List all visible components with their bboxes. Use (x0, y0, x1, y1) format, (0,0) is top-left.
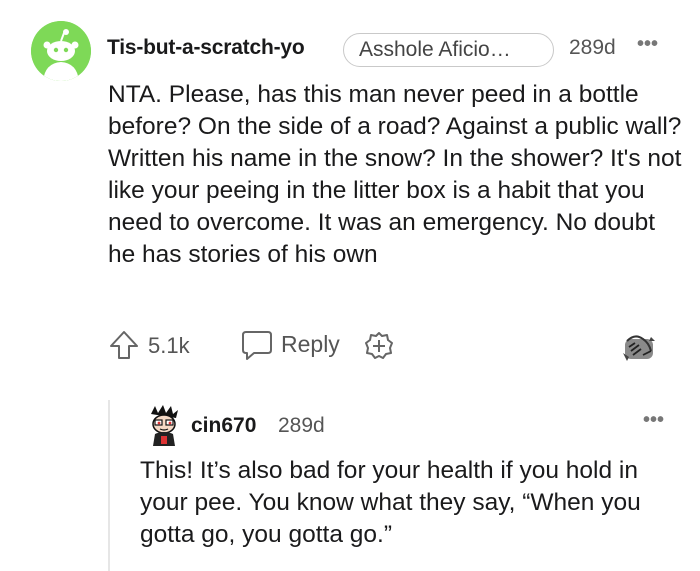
thread-line[interactable] (108, 400, 110, 571)
reply-body: This! It’s also bad for your health if y… (140, 457, 641, 548)
comment-username[interactable]: Tis-but-a-scratch-yo (107, 36, 305, 60)
reply-bubble-icon[interactable] (240, 329, 274, 366)
vote-count: 5.1k (148, 333, 190, 358)
more-options-icon[interactable]: ••• (637, 33, 658, 56)
avatar[interactable] (31, 21, 91, 81)
upvote-icon[interactable] (108, 329, 140, 366)
avatar[interactable] (143, 404, 185, 446)
cartoon-avatar-icon (151, 405, 178, 446)
reply-timestamp: 289d (278, 414, 325, 437)
award-plus-icon[interactable] (364, 331, 394, 366)
comment-timestamp: 289d (569, 36, 616, 59)
more-options-icon[interactable]: ••• (643, 409, 664, 432)
reply-button[interactable]: Reply (281, 331, 340, 358)
user-flair: Asshole Aficio… (343, 33, 554, 67)
snoo-avatar-icon (31, 21, 91, 81)
comment-body: NTA. Please, has this man never peed in … (108, 81, 682, 268)
hands-icon[interactable] (621, 331, 657, 370)
reply-username[interactable]: cin670 (191, 414, 256, 438)
